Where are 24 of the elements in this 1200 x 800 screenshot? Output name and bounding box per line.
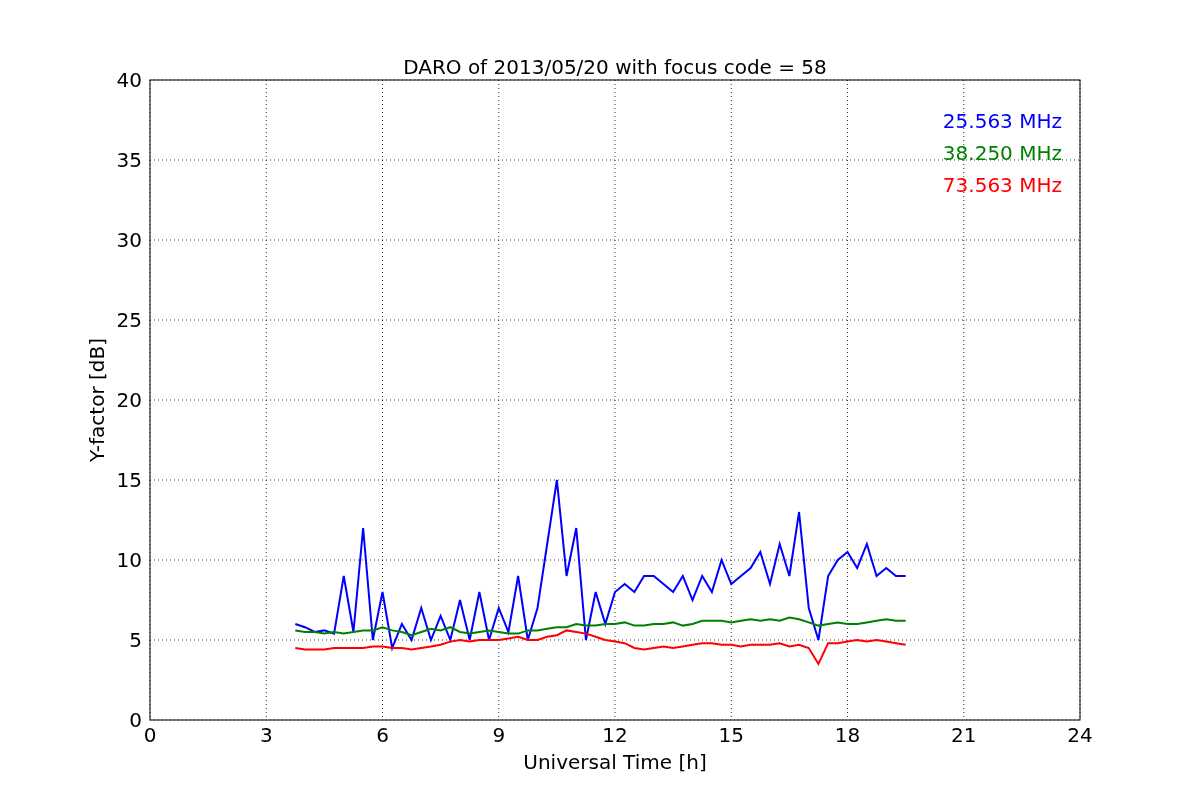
y-tick-label: 5 [129, 628, 142, 652]
x-tick-label: 15 [718, 723, 744, 747]
x-tick-label: 9 [492, 723, 506, 747]
y-tick-label: 30 [116, 228, 142, 252]
chart-title: DARO of 2013/05/20 with focus code = 58 [403, 55, 827, 79]
x-tick-label: 3 [259, 723, 273, 747]
x-tick-label: 12 [602, 723, 628, 747]
x-tick-label: 24 [1067, 723, 1093, 747]
y-tick-label: 10 [116, 548, 142, 572]
y-tick-label: 20 [116, 388, 142, 412]
legend-label: 38.250 MHz [942, 141, 1062, 165]
x-axis-label: Universal Time [h] [523, 750, 707, 774]
y-tick-label: 25 [116, 308, 142, 332]
legend-label: 25.563 MHz [942, 109, 1062, 133]
y-tick-label: 15 [116, 468, 142, 492]
x-tick-label: 6 [376, 723, 389, 747]
y-tick-label: 40 [116, 68, 142, 92]
x-tick-label: 0 [143, 723, 157, 747]
y-tick-label: 35 [116, 148, 142, 172]
y-tick-label: 0 [129, 708, 142, 732]
y-axis-label: Y-factor [dB] [85, 338, 109, 462]
x-tick-label: 21 [951, 723, 977, 747]
x-tick-label: 18 [834, 723, 861, 747]
legend-label: 73.563 MHz [942, 173, 1062, 197]
